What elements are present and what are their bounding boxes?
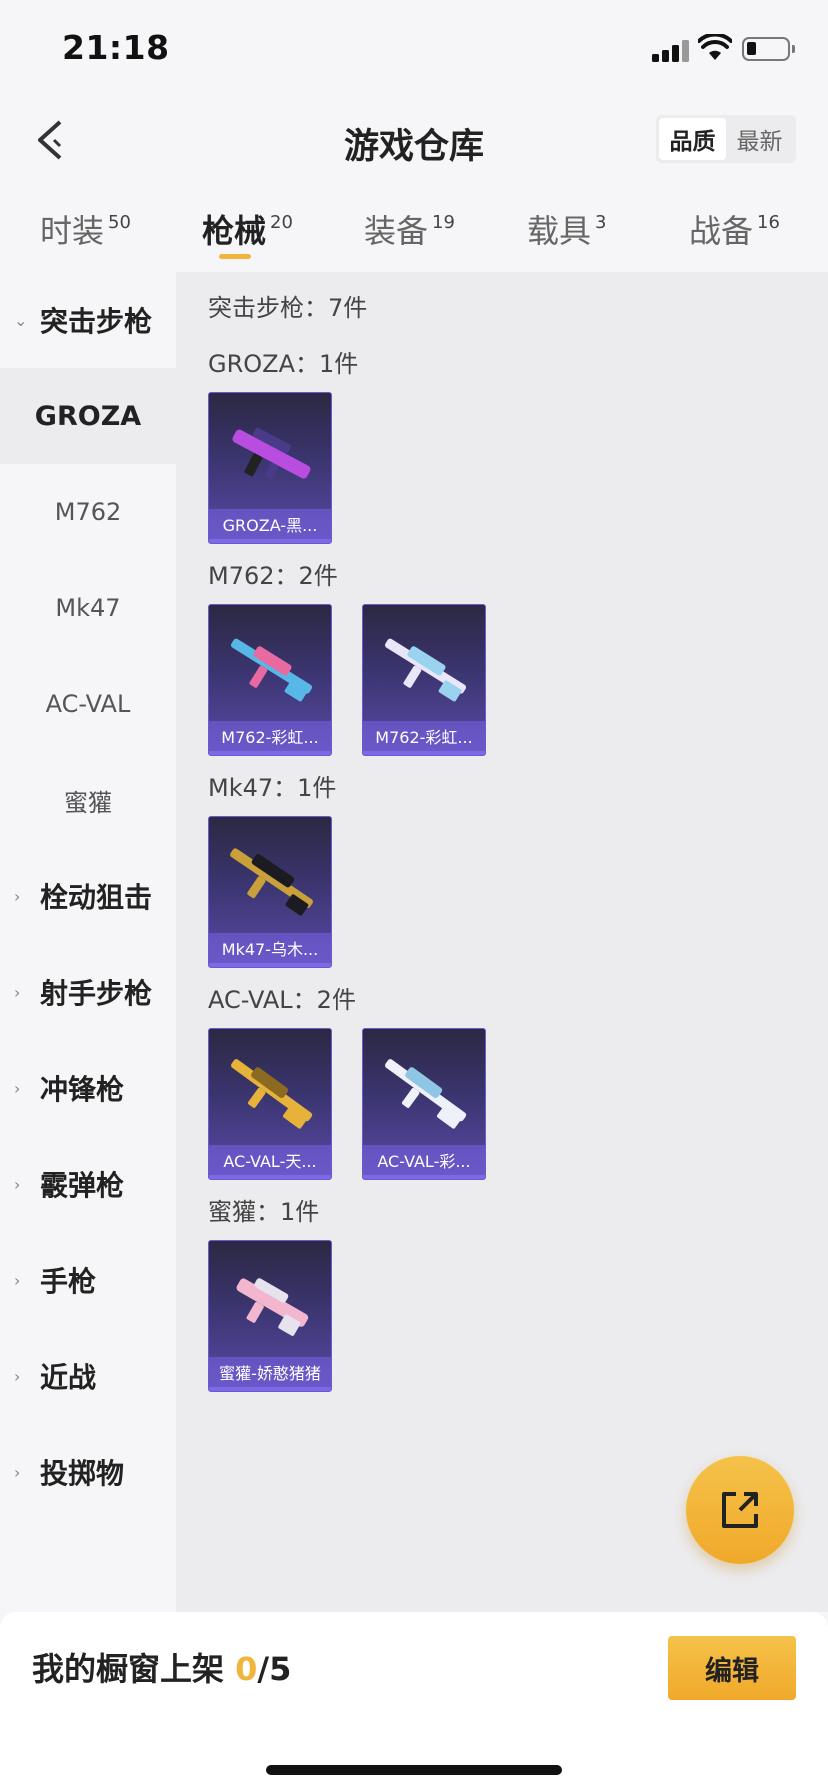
sort-toggle: 品质 最新 <box>656 115 796 163</box>
item-grid: 突击步枪：7件 GROZA：1件 GROZA-黑... M762：2件 M762… <box>176 272 828 1612</box>
tab-outfits[interactable]: 时装 50 <box>40 206 131 252</box>
gun-skin-image <box>236 1278 309 1336</box>
status-bar: 21:18 <box>0 0 828 100</box>
gun-skin-image <box>385 1059 467 1129</box>
sidebar-category-melee[interactable]: › 近战 <box>0 1328 176 1424</box>
chevron-down-icon: ⌄ <box>14 310 28 330</box>
warehouse-screen: 21:18 游戏仓库 品质 最新 时装50 枪械20 装备19 载具3 <box>0 0 828 1792</box>
item-card[interactable]: M762-彩虹... <box>208 604 332 756</box>
sidebar-category-assault-rifles[interactable]: ⌄ 突击步枪 <box>0 272 176 368</box>
gun-skin-image <box>232 427 311 480</box>
battery-icon <box>742 37 795 61</box>
group-title-honey-badger: 蜜獾：1件 <box>208 1198 320 1226</box>
sidebar-category-shotgun[interactable]: › 霰弹枪 <box>0 1136 176 1232</box>
tab-supplies[interactable]: 战备 16 <box>689 206 780 252</box>
item-label: M762-彩虹... <box>363 721 485 755</box>
sidebar-category-bolt-sniper[interactable]: › 栓动狙击 <box>0 848 176 944</box>
item-card[interactable]: 蜜獾-娇憨猪猪 <box>208 1240 332 1392</box>
showcase-bar: 我的橱窗上架 0/5 编辑 <box>0 1612 828 1792</box>
category-tabs: 时装 50 枪械 20 装备 19 载具 3 战备 16 <box>0 196 828 272</box>
showcase-status: 我的橱窗上架 0/5 <box>32 1650 292 1688</box>
sidebar-category-dmr[interactable]: › 射手步枪 <box>0 944 176 1040</box>
sort-option-newest[interactable]: 最新 <box>726 118 793 160</box>
nav-bar: 游戏仓库 品质 最新 <box>0 100 828 180</box>
gun-skin-image <box>231 638 313 702</box>
status-time: 21:18 <box>62 28 170 67</box>
section-header: 突击步枪：7件 <box>208 294 368 322</box>
chevron-right-icon: › <box>14 1174 21 1194</box>
sidebar-item-m762[interactable]: M762 <box>0 464 176 560</box>
gun-skin-image <box>231 1059 313 1129</box>
item-card[interactable]: AC-VAL-彩... <box>362 1028 486 1180</box>
item-label: AC-VAL-彩... <box>363 1145 485 1179</box>
sidebar-item-groza[interactable]: GROZA <box>0 368 176 464</box>
item-label: 蜜獾-娇憨猪猪 <box>209 1357 331 1391</box>
sort-option-quality[interactable]: 品质 <box>659 118 726 160</box>
item-label: Mk47-乌木... <box>209 933 331 967</box>
item-label: AC-VAL-天... <box>209 1145 331 1179</box>
item-card[interactable]: M762-彩虹... <box>362 604 486 756</box>
sidebar: ⌄ 突击步枪 GROZA M762 Mk47 AC-VAL 蜜獾 › 栓动狙击 ›… <box>0 272 176 1612</box>
share-button[interactable] <box>686 1456 794 1564</box>
group-title-ac-val: AC-VAL：2件 <box>208 986 356 1014</box>
home-indicator[interactable] <box>266 1765 562 1775</box>
sidebar-category-pistol[interactable]: › 手枪 <box>0 1232 176 1328</box>
edit-button[interactable]: 编辑 <box>668 1636 796 1700</box>
item-label: GROZA-黑... <box>209 509 331 543</box>
item-card[interactable]: AC-VAL-天... <box>208 1028 332 1180</box>
chevron-right-icon: › <box>14 1270 21 1290</box>
wifi-icon <box>698 34 732 60</box>
sidebar-item-mk47[interactable]: Mk47 <box>0 560 176 656</box>
tab-firearms[interactable]: 枪械 20 <box>202 206 293 252</box>
cellular-signal-icon <box>652 38 692 62</box>
chevron-right-icon: › <box>14 982 21 1002</box>
tab-vehicles[interactable]: 载具 3 <box>527 206 606 252</box>
gun-skin-image <box>230 848 313 916</box>
group-title-m762: M762：2件 <box>208 562 338 590</box>
share-icon <box>722 1492 758 1528</box>
chevron-right-icon: › <box>14 1078 21 1098</box>
group-title-groza: GROZA：1件 <box>208 350 359 378</box>
chevron-right-icon: › <box>14 1462 21 1482</box>
group-title-mk47: Mk47：1件 <box>208 774 337 802</box>
sidebar-item-honey-badger[interactable]: 蜜獾 <box>0 752 176 848</box>
sidebar-item-ac-val[interactable]: AC-VAL <box>0 656 176 752</box>
item-card[interactable]: Mk47-乌木... <box>208 816 332 968</box>
sidebar-category-smg[interactable]: › 冲锋枪 <box>0 1040 176 1136</box>
chevron-right-icon: › <box>14 1366 21 1386</box>
item-card[interactable]: GROZA-黑... <box>208 392 332 544</box>
tab-equipment[interactable]: 装备 19 <box>364 206 455 252</box>
sidebar-category-throwables[interactable]: › 投掷物 <box>0 1424 176 1520</box>
gun-skin-image <box>385 638 467 702</box>
item-label: M762-彩虹... <box>209 721 331 755</box>
active-tab-indicator <box>219 254 251 259</box>
chevron-right-icon: › <box>14 886 21 906</box>
